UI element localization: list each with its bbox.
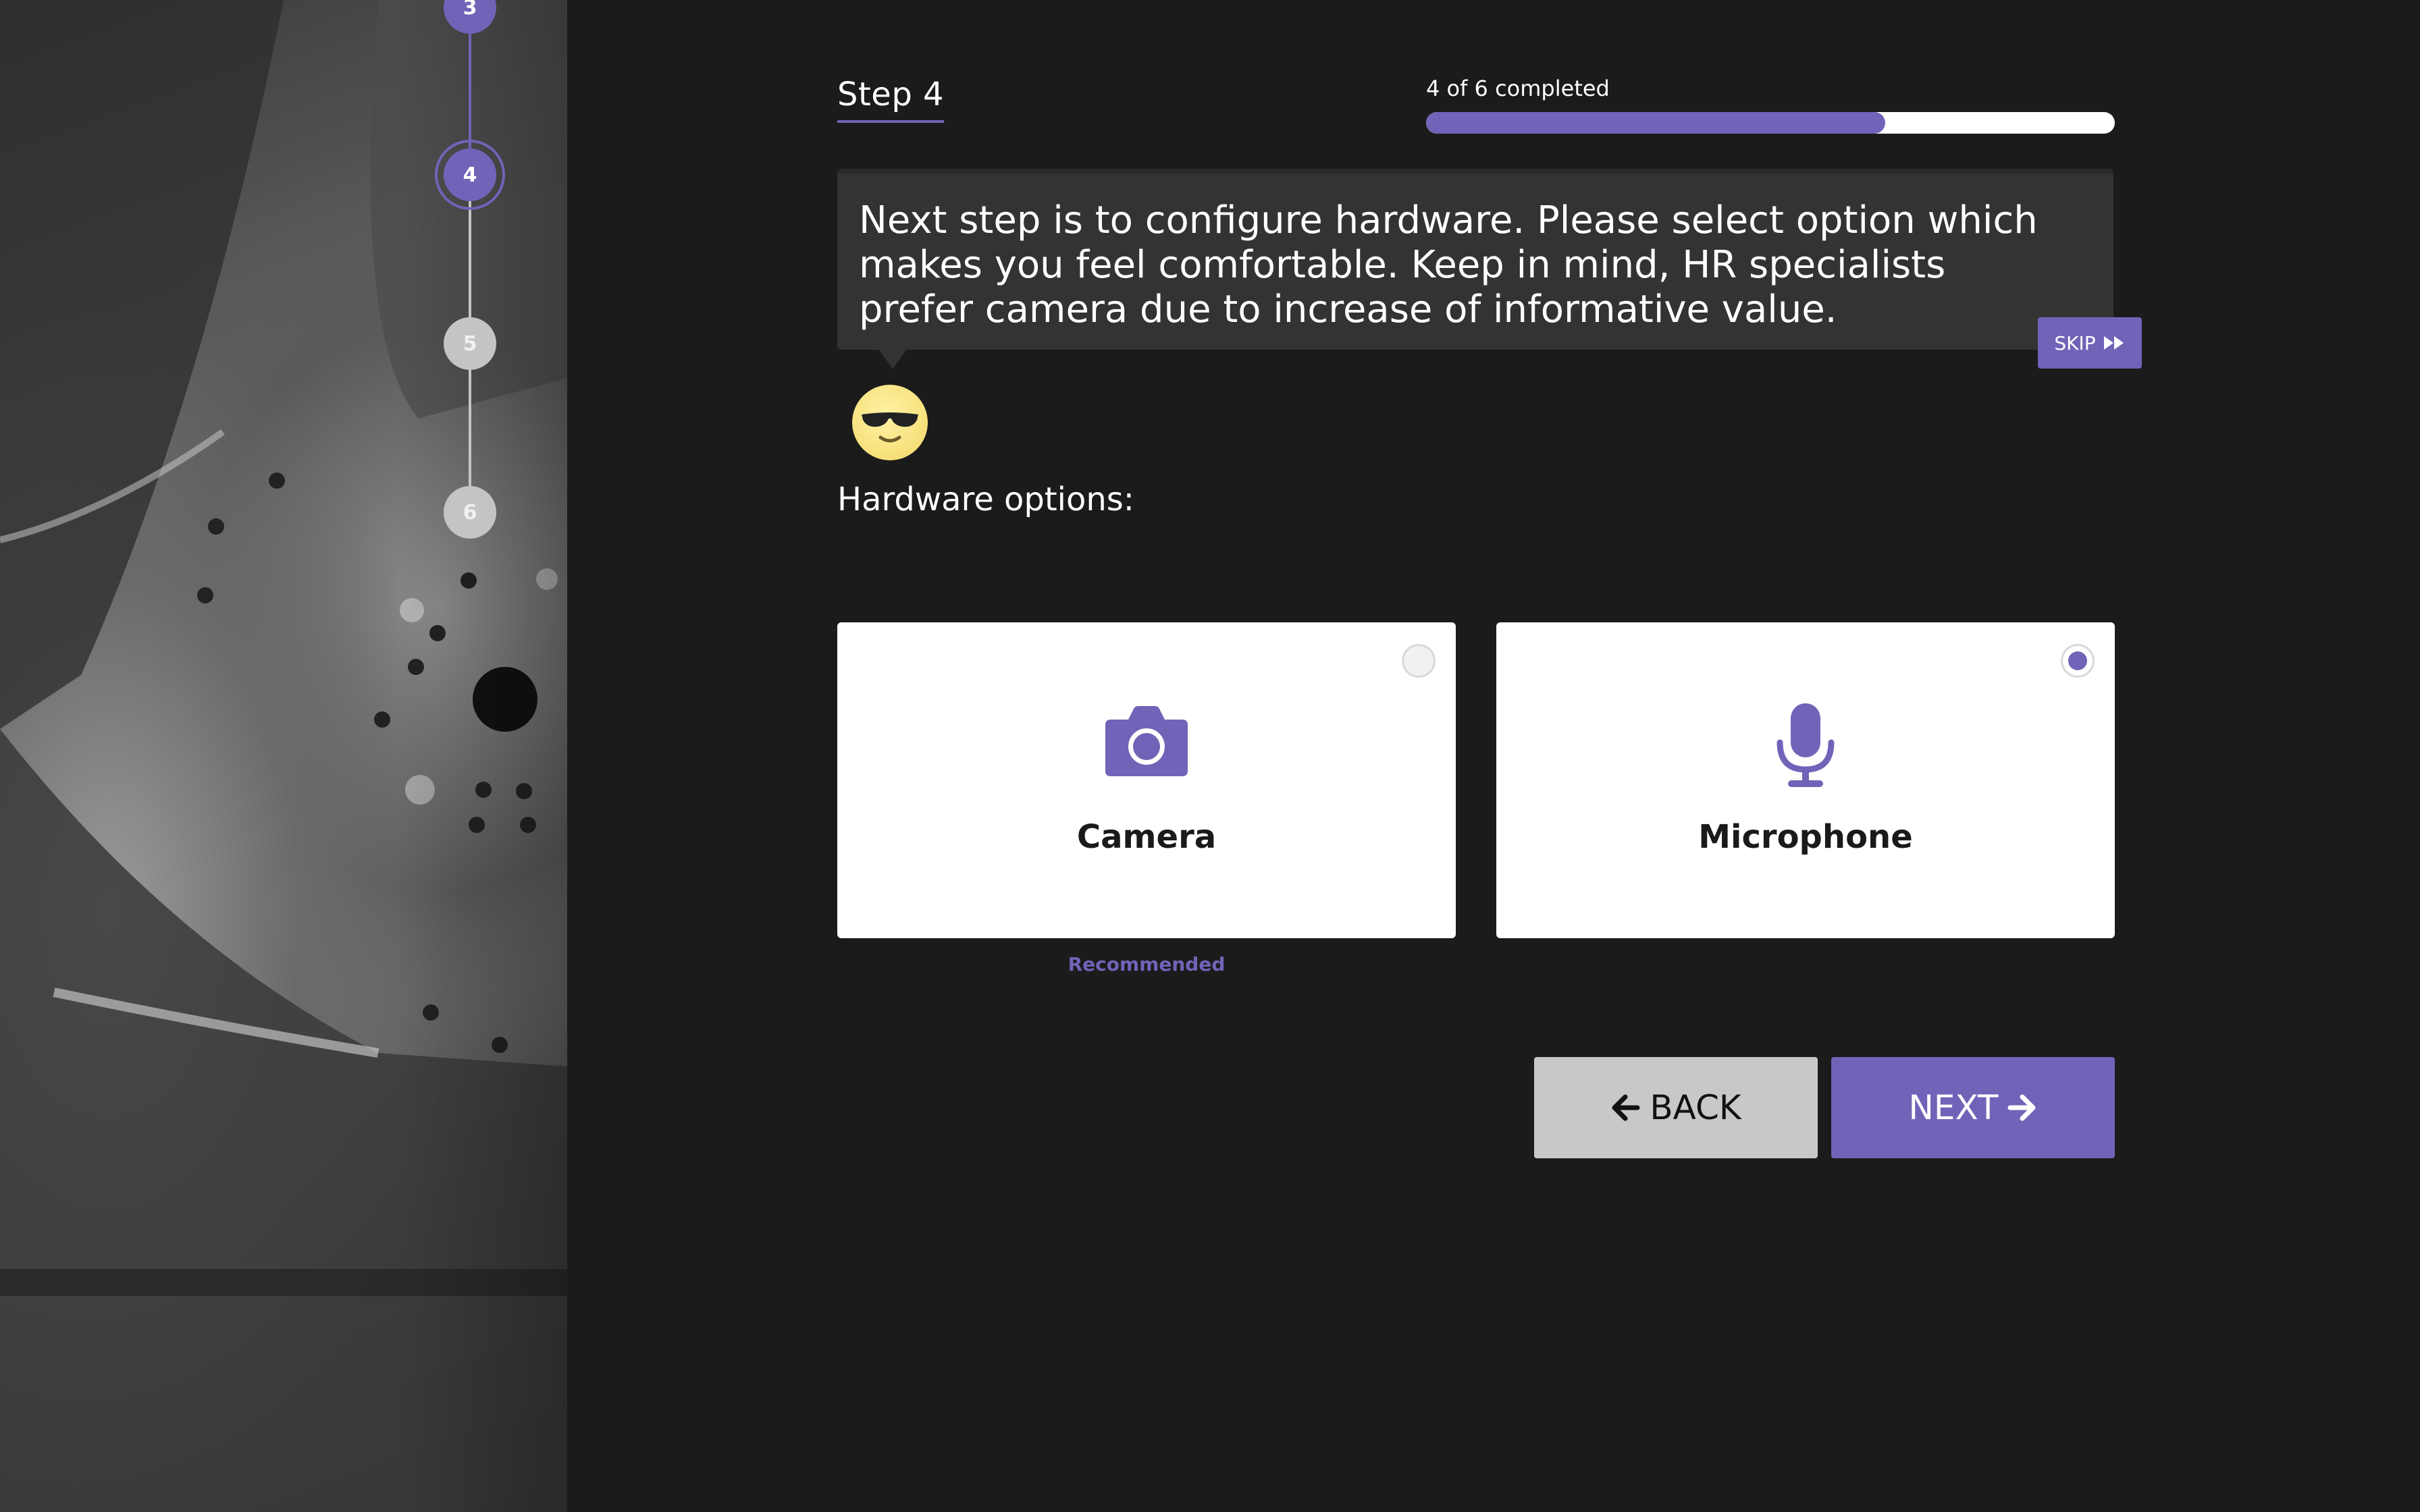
arrow-left-icon — [1612, 1094, 1640, 1121]
step-4-dot[interactable]: 4 — [444, 148, 496, 201]
step-number: 4 — [463, 163, 477, 187]
skip-label: SKIP — [2054, 331, 2096, 354]
fast-forward-icon — [2103, 336, 2124, 350]
step-number: 5 — [463, 331, 477, 356]
camera-label: Camera — [1076, 818, 1217, 856]
step-number: 3 — [463, 0, 477, 20]
back-button[interactable]: BACK — [1534, 1057, 1818, 1158]
camera-radio[interactable] — [1402, 644, 1436, 678]
step-title: Step 4 — [837, 76, 945, 123]
back-label: BACK — [1650, 1088, 1741, 1127]
sunglasses-face-icon — [862, 412, 918, 443]
microphone-icon — [1772, 702, 1839, 794]
step-5-dot[interactable]: 5 — [444, 317, 496, 370]
hardware-options-label: Hardware options: — [837, 481, 1134, 518]
camera-icon — [1103, 702, 1190, 780]
message-bubble: Next step is to configure hardware. Plea… — [837, 169, 2113, 350]
recommended-note: Recommended — [1068, 953, 1226, 975]
step-6-dot[interactable]: 6 — [444, 486, 496, 539]
assistant-avatar — [852, 385, 928, 460]
next-label: NEXT — [1908, 1088, 1999, 1127]
camera-option-card[interactable]: Camera — [837, 622, 1456, 938]
progress-stepper: 3 4 5 6 — [0, 0, 567, 608]
progress-bar-fill — [1426, 112, 1886, 134]
skip-button[interactable]: SKIP — [2038, 317, 2142, 369]
step-3-dot[interactable]: 3 — [444, 0, 496, 34]
microphone-option-card[interactable]: Microphone — [1496, 622, 2115, 938]
microphone-radio[interactable] — [2061, 644, 2095, 678]
step-number: 6 — [463, 500, 477, 524]
progress-label: 4 of 6 completed — [1426, 76, 1610, 101]
next-button[interactable]: NEXT — [1831, 1057, 2115, 1158]
message-text: Next step is to configure hardware. Plea… — [859, 198, 2038, 331]
microphone-label: Microphone — [1698, 818, 1913, 856]
message-bubble-tail — [878, 348, 908, 369]
arrow-right-icon — [2007, 1094, 2036, 1121]
progress-bar — [1426, 112, 2115, 134]
